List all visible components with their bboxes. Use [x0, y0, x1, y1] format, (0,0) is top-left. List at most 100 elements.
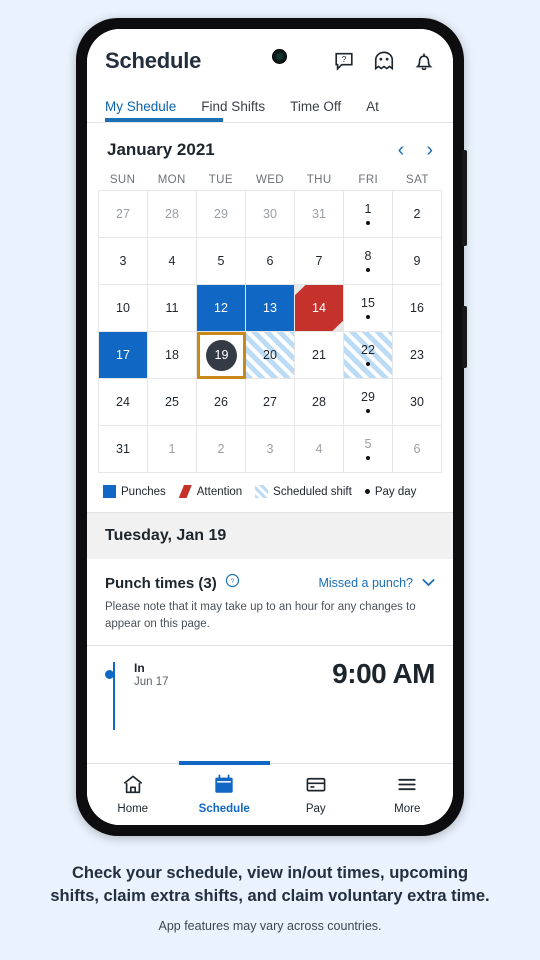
calendar-day-cell[interactable]: 26	[197, 379, 246, 426]
day-name: SUN	[109, 174, 136, 186]
calendar-day-cell[interactable]: 2	[393, 191, 442, 238]
pay-day-dot-icon	[365, 267, 371, 272]
calendar-day-cell[interactable]: 16	[393, 285, 442, 332]
legend-label: Pay day	[374, 485, 417, 498]
calendar-day-cell[interactable]: 7	[295, 238, 344, 285]
calendar-day-cell[interactable]: 27	[246, 379, 295, 426]
calendar-day-cell[interactable]: 4	[148, 238, 197, 285]
calendar-day-cell[interactable]: 21	[295, 332, 344, 379]
selected-day-header: Tuesday, Jan 19	[87, 512, 453, 559]
day-name: MON	[157, 174, 186, 186]
calendar-day-cell[interactable]: 1	[344, 191, 393, 238]
calendar-month-label: January 2021	[107, 140, 215, 159]
calendar-day-number: 9	[413, 253, 421, 268]
calendar-day-cell[interactable]: 29	[344, 379, 393, 426]
calendar-day-number: 1	[168, 441, 176, 456]
calendar-day-cell[interactable]: 24	[99, 379, 148, 426]
calendar-day-cell[interactable]: 6	[246, 238, 295, 285]
phone-volume-button[interactable]	[462, 150, 467, 246]
tab-active-indicator	[105, 118, 223, 122]
help-bubble-icon[interactable]: ?	[333, 50, 355, 72]
calendar-day-number: 25	[165, 394, 179, 409]
calendar-day-number: 24	[116, 394, 130, 409]
calendar-grid: 27 28 29 30 31 1 2 3 4 5 6 7 8 9 10 11 12 13 14 15 16 17 18 19 2…	[98, 190, 442, 473]
calendar-day-cell[interactable]: 9	[393, 238, 442, 285]
calendar-day-cell[interactable]: 6	[393, 426, 442, 473]
calendar-day-cell[interactable]: 3	[99, 238, 148, 285]
home-icon	[122, 774, 144, 798]
calendar-day-cell[interactable]: 2	[197, 426, 246, 473]
calendar-day-cell[interactable]: 17	[99, 332, 148, 379]
calendar-day-cell[interactable]: 25	[148, 379, 197, 426]
punch-times-header: Punch times (3) ? Missed a punch?	[105, 573, 435, 593]
nav-item-schedule[interactable]: Schedule	[178, 761, 270, 825]
punch-entry-row[interactable]: In Jun 17 9:00 AM	[87, 646, 453, 731]
calendar-day-cell[interactable]: 10	[99, 285, 148, 332]
pay-day-dot-icon	[365, 408, 371, 413]
legend-red-swatch-icon	[178, 485, 192, 498]
calendar-day-number: 4	[315, 441, 323, 456]
calendar-day-number: 15	[361, 296, 375, 310]
legend-item: Punches	[103, 485, 166, 498]
calendar-day-cell[interactable]: 23	[393, 332, 442, 379]
calendar-day-cell[interactable]: 4	[295, 426, 344, 473]
calendar-day-cell[interactable]: 30	[246, 191, 295, 238]
missed-a-punch-button[interactable]: Missed a punch?	[318, 576, 435, 590]
calendar-day-cell[interactable]: 12	[197, 285, 246, 332]
calendar-day-cell[interactable]: 18	[148, 332, 197, 379]
punch-times-note: Please note that it may take up to an ho…	[105, 601, 416, 630]
tab-time-off[interactable]: Time Off	[290, 99, 341, 122]
question-circle-icon[interactable]: ?	[225, 573, 240, 593]
header-icon-group: ?	[333, 50, 435, 73]
calendar-day-cell[interactable]: 28	[295, 379, 344, 426]
calendar-day-cell[interactable]: 8	[344, 238, 393, 285]
missed-a-punch-label: Missed a punch?	[318, 576, 413, 590]
calendar-day-number: 27	[116, 206, 130, 221]
caption-line-1: Check your schedule, view in/out times, …	[71, 864, 469, 882]
calendar-day-cell[interactable]: 15	[344, 285, 393, 332]
calendar-day-number: 6	[413, 441, 421, 456]
caption-block: Check your schedule, view in/out times, …	[0, 862, 540, 933]
svg-text:?: ?	[230, 578, 234, 585]
calendar-day-cell[interactable]: 20	[246, 332, 295, 379]
calendar-day-cell[interactable]: 13	[246, 285, 295, 332]
calendar-day-number: 29	[361, 390, 375, 404]
chatbot-face-icon[interactable]	[372, 50, 396, 72]
calendar-day-number: 30	[410, 394, 424, 409]
calendar-day-number: 19	[206, 340, 237, 371]
calendar-day-cell[interactable]: 14	[295, 285, 344, 332]
calendar-day-cell[interactable]: 31	[99, 426, 148, 473]
calendar-day-cell[interactable]: 11	[148, 285, 197, 332]
legend-item: Scheduled shift	[255, 485, 352, 498]
calendar-day-number: 3	[119, 253, 127, 268]
pay-day-dot-icon	[365, 220, 371, 225]
calendar-day-cell[interactable]: 5	[344, 426, 393, 473]
calendar-day-number: 16	[410, 300, 424, 315]
calendar-day-cell[interactable]: 31	[295, 191, 344, 238]
nav-item-pay[interactable]: Pay	[270, 764, 362, 825]
calendar-day-cell[interactable]: 3	[246, 426, 295, 473]
phone-power-button[interactable]	[462, 306, 467, 368]
calendar-icon	[213, 774, 235, 798]
calendar-day-cell[interactable]: 30	[393, 379, 442, 426]
calendar-day-cell[interactable]: 22	[344, 332, 393, 379]
calendar-day-cell[interactable]: 28	[148, 191, 197, 238]
calendar-prev-month-button[interactable]: ‹	[398, 140, 405, 160]
nav-item-more[interactable]: More	[362, 764, 454, 825]
nav-item-home[interactable]: Home	[87, 764, 179, 825]
calendar-day-number: 3	[266, 441, 274, 456]
calendar-day-cell[interactable]: 19	[197, 332, 246, 379]
calendar-next-month-button[interactable]: ›	[426, 140, 433, 160]
calendar-day-cell[interactable]: 27	[99, 191, 148, 238]
tab-attendance[interactable]: At	[366, 99, 379, 122]
calendar-day-number: 26	[214, 394, 228, 409]
calendar-day-cell[interactable]: 1	[148, 426, 197, 473]
legend-dot-swatch-icon	[364, 489, 370, 494]
bell-icon[interactable]	[413, 50, 435, 73]
legend-striped-swatch-icon	[255, 485, 269, 498]
calendar-day-number: 29	[214, 206, 228, 221]
calendar-day-cell[interactable]: 29	[197, 191, 246, 238]
calendar-day-number: 2	[413, 206, 421, 221]
page-title: Schedule	[105, 48, 202, 73]
calendar-day-cell[interactable]: 5	[197, 238, 246, 285]
